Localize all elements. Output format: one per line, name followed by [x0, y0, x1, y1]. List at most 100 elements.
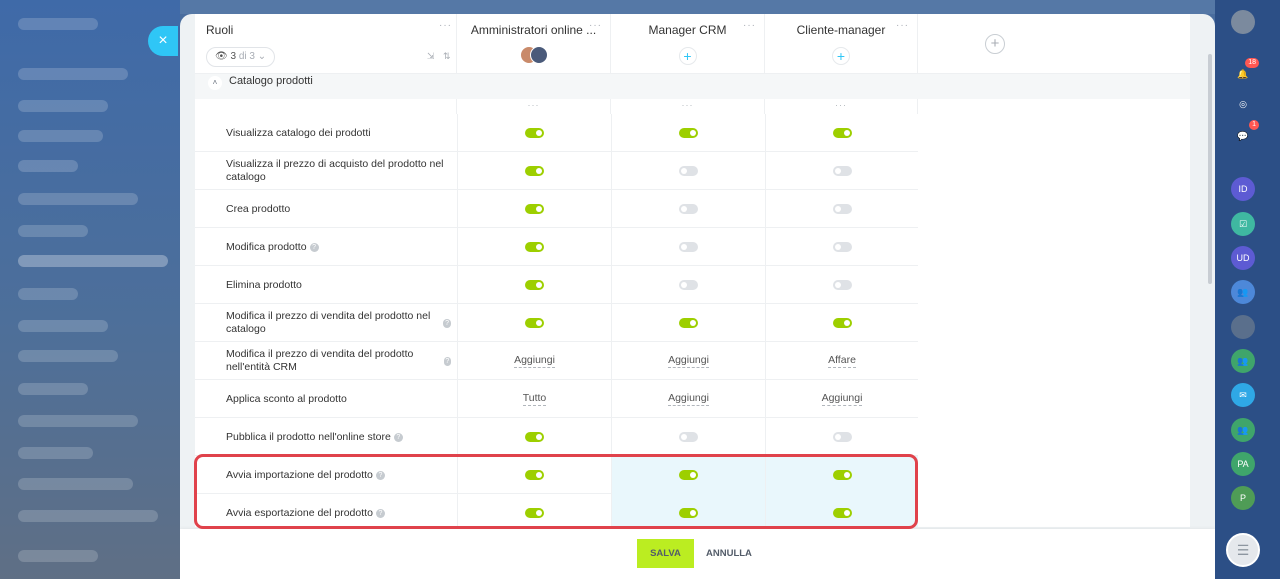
toggle-on[interactable] [832, 318, 852, 328]
close-slider-button[interactable]: × [148, 26, 178, 56]
chat-menu-icon[interactable]: ☰ [1226, 533, 1260, 567]
add-member-button[interactable]: + [832, 47, 850, 65]
toggle-on[interactable] [525, 242, 544, 252]
help-icon[interactable]: ? [443, 356, 451, 366]
chat-icon[interactable]: 💬 1 [1231, 120, 1259, 148]
permission-row: Pubblica il prodotto nell'online store? [195, 418, 918, 456]
help-icon[interactable]: ? [393, 432, 403, 442]
roles-menu-button[interactable]: ··· [439, 20, 452, 31]
add-member-button[interactable]: + [678, 47, 697, 65]
toggle-on[interactable] [525, 432, 544, 442]
group-icon[interactable]: 👥 [1231, 349, 1255, 373]
toggle-off[interactable] [679, 242, 698, 252]
collapse-expand-icon[interactable]: ⇲ ⇅ [427, 51, 454, 62]
toggle-off[interactable] [832, 242, 852, 252]
permission-label-text: Modifica il prezzo di vendita del prodot… [226, 310, 431, 335]
toggle-knob [843, 130, 850, 136]
toggle-on[interactable] [525, 280, 544, 290]
permission-cell [765, 228, 918, 266]
role-menu-button[interactable]: ··· [743, 20, 756, 31]
task-icon[interactable]: ☑ [1231, 212, 1255, 236]
annotation-highlight [194, 454, 918, 529]
background-blur [18, 320, 108, 332]
user-id-icon[interactable]: ID [1231, 177, 1255, 201]
eye-icon: 👁 [215, 51, 228, 62]
target-icon[interactable]: ◎ [1231, 92, 1255, 116]
toggle-knob [834, 206, 841, 212]
permission-row: Crea prodotto [195, 190, 918, 228]
toggle-off[interactable] [679, 166, 698, 176]
toggle-knob [536, 434, 542, 440]
toggle-off[interactable] [679, 204, 698, 214]
permission-row: Modifica prodotto? [195, 228, 918, 266]
group-icon[interactable]: 👥 [1231, 418, 1255, 442]
permission-cell [611, 418, 765, 456]
right-sidebar: 🔔 18 ◎ 💬 1 ID ☑ UD 👥 👥 ✉ 👥 PA P [1215, 0, 1280, 579]
permission-select[interactable]: Aggiungi [514, 354, 555, 368]
toggle-off[interactable] [832, 280, 852, 290]
background-topbar [180, 0, 1215, 14]
toggle-on[interactable] [679, 318, 698, 328]
user-ud-icon[interactable]: UD [1231, 246, 1255, 270]
help-icon[interactable]: ? [443, 318, 451, 328]
permission-label-text: Pubblica il prodotto nell'online store [226, 430, 391, 443]
avatar-icon[interactable] [1231, 315, 1255, 339]
permission-cell [457, 190, 611, 228]
user-avatar[interactable] [1231, 10, 1255, 34]
save-button[interactable]: SALVA [637, 539, 694, 568]
toggle-off[interactable] [679, 280, 698, 290]
toggle-on[interactable] [679, 128, 698, 138]
message-icon[interactable]: ✉ [1231, 383, 1255, 407]
permission-label-text: Modifica il prezzo di vendita del prodot… [226, 348, 414, 373]
permission-row: Visualizza il prezzo di acquisto del pro… [195, 152, 918, 190]
role-menu-button[interactable]: ··· [896, 20, 909, 31]
toggle-off[interactable] [832, 204, 852, 214]
permission-row: Modifica il prezzo di vendita del prodot… [195, 304, 918, 342]
role-menu-button[interactable]: ··· [589, 20, 602, 31]
toggle-on[interactable] [525, 166, 544, 176]
toggle-knob [536, 320, 542, 326]
column-actions-button[interactable]: ··· [611, 99, 765, 114]
role-column-title: Amministratori online ... [470, 23, 597, 37]
column-actions-button[interactable]: ··· [457, 99, 611, 114]
permission-label-text: Crea prodotto [226, 202, 291, 215]
toggle-knob [681, 206, 687, 212]
permission-cell [611, 190, 765, 228]
toggle-on[interactable] [832, 128, 852, 138]
permission-label-text: Applica sconto al prodotto [226, 392, 347, 405]
permissions-table: Ruoli ··· 👁 3 di 3 ⌄ ⇲ ⇅ Amministratori … [195, 14, 1190, 527]
permission-select[interactable]: Aggiungi [821, 392, 863, 406]
toggle-off[interactable] [832, 166, 852, 176]
chevron-up-icon[interactable]: ˄ [208, 76, 222, 90]
help-icon[interactable]: ? [309, 242, 319, 252]
roles-filter-pill[interactable]: 👁 3 di 3 ⌄ [206, 47, 276, 67]
permission-row: Elimina prodotto [195, 266, 918, 304]
permission-cell: Aggiungi [457, 342, 611, 380]
bell-icon[interactable]: 🔔 18 [1231, 58, 1259, 86]
notifications-badge: 18 [1245, 58, 1259, 68]
toggle-off[interactable] [832, 432, 852, 442]
chevron-down-icon: ⌄ [257, 51, 267, 62]
column-actions-button[interactable]: ··· [765, 99, 918, 114]
add-role-button[interactable]: + [985, 34, 1005, 54]
permission-label: Pubblica il prodotto nell'online store? [226, 418, 451, 456]
scrollbar[interactable] [1208, 54, 1212, 284]
permission-select[interactable]: Aggiungi [668, 354, 709, 368]
permission-cell [457, 114, 611, 152]
section-title: Catalogo prodotti [229, 75, 313, 87]
cancel-button[interactable]: ANNULLA [706, 539, 752, 568]
section-catalogo-prodotti[interactable]: ˄ Catalogo prodotti [195, 74, 1190, 99]
user-p-icon[interactable]: P [1231, 486, 1255, 510]
permission-select[interactable]: Aggiungi [668, 392, 709, 406]
permission-label-text: Elimina prodotto [226, 278, 302, 291]
assigned-users-avatars[interactable] [519, 46, 548, 66]
permission-select[interactable]: Tutto [522, 392, 547, 406]
toggle-on[interactable] [525, 128, 544, 138]
user-pa-icon[interactable]: PA [1231, 452, 1255, 476]
table-header: Ruoli ··· 👁 3 di 3 ⌄ ⇲ ⇅ Amministratori … [195, 14, 1190, 74]
group-icon[interactable]: 👥 [1231, 280, 1255, 304]
toggle-on[interactable] [525, 204, 544, 214]
permission-select[interactable]: Affare [828, 354, 856, 368]
toggle-off[interactable] [679, 432, 698, 442]
toggle-on[interactable] [525, 318, 544, 328]
